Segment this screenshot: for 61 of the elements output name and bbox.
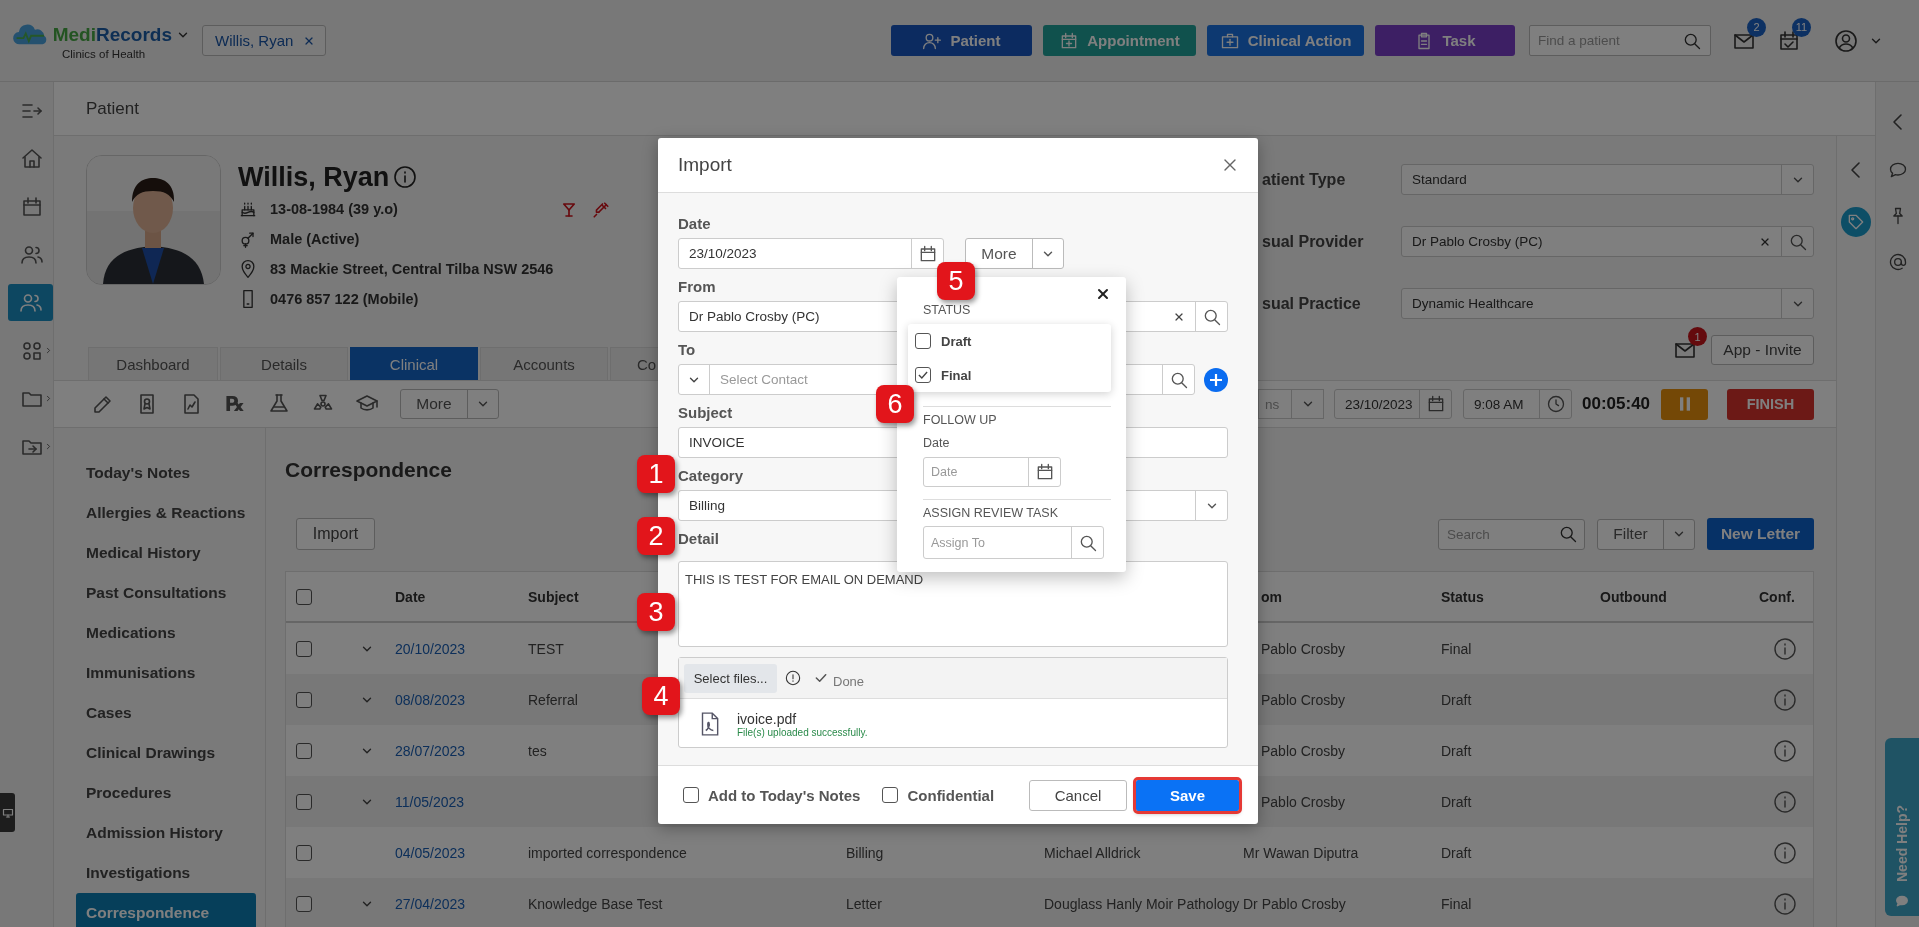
patient-detail: 13-08-1984 (39 y.o) <box>270 201 398 217</box>
patient-detail: 83 Mackie Street, Central Tilba NSW 2546 <box>270 261 554 277</box>
upload-message: File(s) uploaded successfully. <box>737 726 868 738</box>
field-label: sual Provider <box>1262 232 1365 251</box>
upload-status: Done <box>833 673 865 689</box>
table-cell: Douglass Hanly Moir Pathology <box>1044 895 1240 912</box>
field-label: atient Type <box>1262 170 1347 189</box>
table-cell: Draft <box>1441 793 1472 810</box>
table-cell: Draft <box>1441 691 1472 708</box>
field-label: sual Practice <box>1262 294 1362 313</box>
field-label: Subject <box>678 403 733 422</box>
field-label: Detail <box>678 529 719 548</box>
count-badge: 1 <box>1688 327 1707 346</box>
table-cell: TEST <box>528 640 564 657</box>
field-label: From <box>678 277 716 296</box>
timer: 00:05:40 <box>1582 394 1650 414</box>
checkbox-label: Draft <box>941 333 972 349</box>
step-marker: 6 <box>876 385 914 423</box>
table-cell: Final <box>1441 640 1472 657</box>
count-badge: 11 <box>1792 17 1811 37</box>
step-marker: 1 <box>637 455 675 493</box>
page-title: Patient <box>86 98 139 119</box>
field-label: Date <box>678 214 711 233</box>
patient-detail: 0476 857 122 (Mobile) <box>270 291 419 307</box>
field-label: To <box>678 340 696 359</box>
section-label: STATUS <box>923 302 971 318</box>
step-marker: 2 <box>637 517 675 555</box>
field-label: Date <box>923 435 950 451</box>
step-marker: 5 <box>937 262 975 300</box>
table-cell: Pablo Crosby <box>1261 640 1346 657</box>
table-cell: Mr Wawan Diputra <box>1243 844 1359 861</box>
organisation-name: Clinics of Health <box>62 47 147 60</box>
field-label: Category <box>678 466 744 485</box>
section-label: ASSIGN REVIEW TASK <box>923 505 1058 521</box>
checkbox-label: Add to Today's Notes <box>708 786 861 804</box>
file-name: ivoice.pdf <box>737 710 797 727</box>
count-badge: 2 <box>1747 17 1766 37</box>
step-marker: 3 <box>637 593 675 631</box>
table-cell: Pablo Crosby <box>1261 691 1346 708</box>
table-cell: Pablo Crosby <box>1261 793 1346 810</box>
table-cell: imported correspondence <box>528 844 687 861</box>
step-marker: 4 <box>642 677 680 715</box>
section-label: FOLLOW UP <box>923 412 997 428</box>
table-cell: Final <box>1441 895 1472 912</box>
table-cell: Letter <box>846 895 882 912</box>
table-cell: tes <box>528 742 547 759</box>
table-cell: Knowledge Base Test <box>528 895 663 912</box>
table-cell: Pablo Crosby <box>1261 742 1346 759</box>
dialog-title: Import <box>678 154 732 176</box>
checkbox-label: Final <box>941 367 972 383</box>
table-cell: Draft <box>1441 844 1472 861</box>
table-cell: Draft <box>1441 742 1472 759</box>
table-cell: Dr Pablo Crosby <box>1243 895 1346 912</box>
patient-name: Willis, Ryan <box>238 161 390 193</box>
patient-detail: Male (Active) <box>270 231 360 247</box>
table-cell: Billing <box>846 844 884 861</box>
brand-name: MediRecords <box>52 23 172 46</box>
section-title: Correspondence <box>285 457 452 483</box>
checkbox-label: Confidential <box>907 786 995 804</box>
table-cell: Michael Alldrick <box>1044 844 1141 861</box>
table-cell: Referral <box>528 691 578 708</box>
